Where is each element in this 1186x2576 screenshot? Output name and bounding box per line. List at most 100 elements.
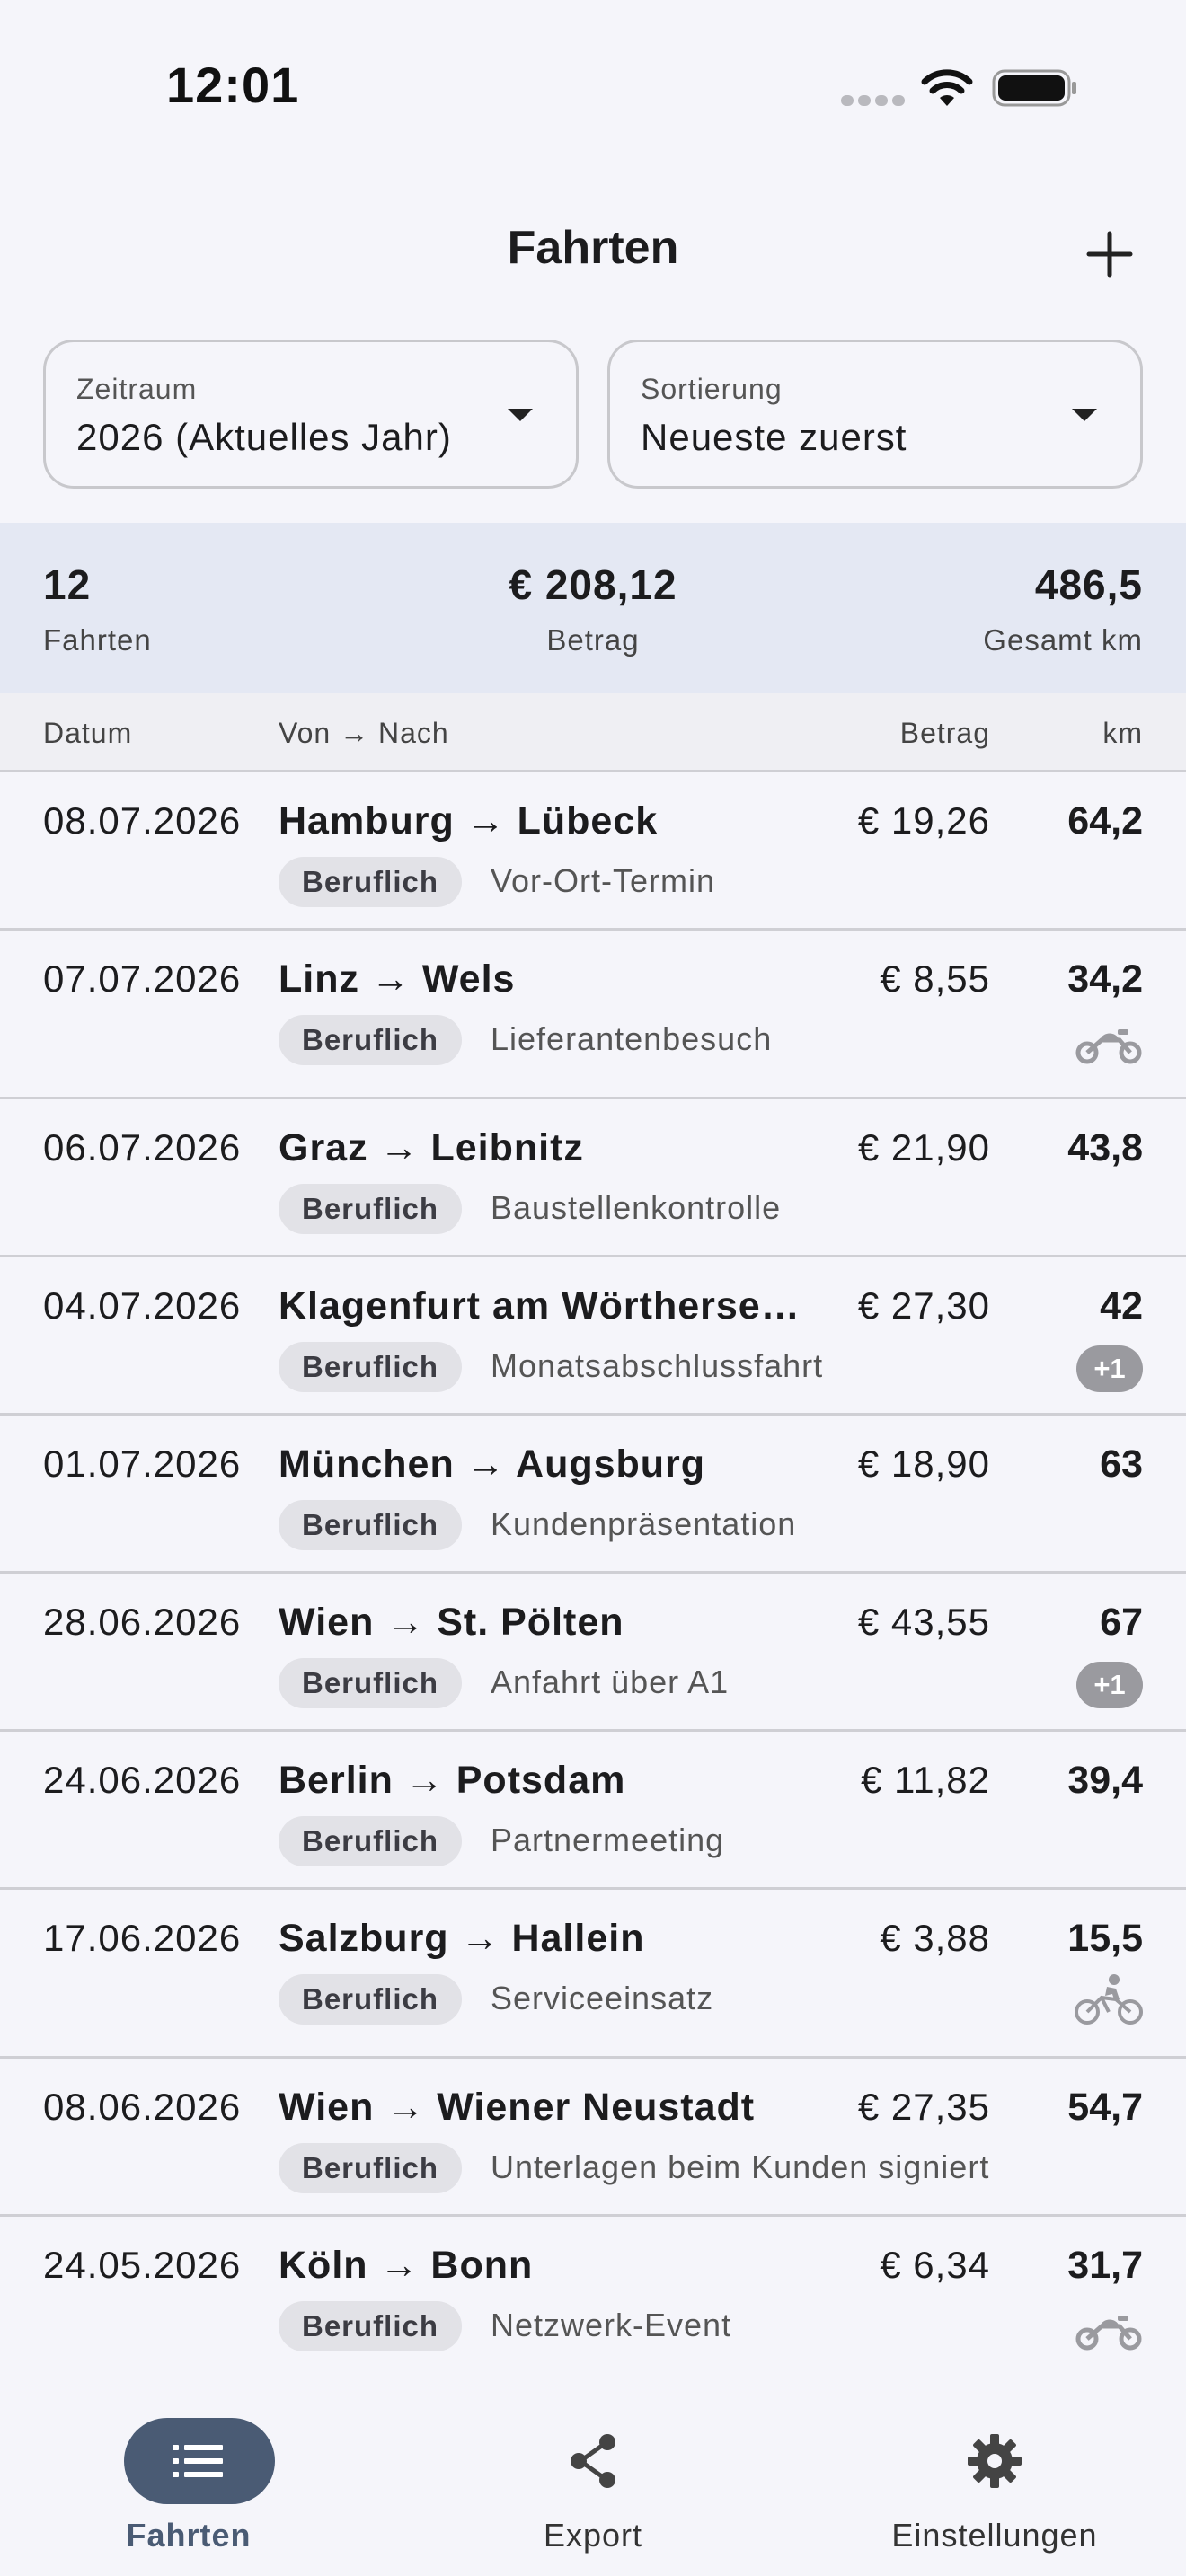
trip-date: 17.06.2026: [43, 1917, 242, 1959]
trip-note: Netzwerk-Event: [491, 2307, 732, 2343]
nav-tab-export[interactable]: Export: [458, 2391, 728, 2554]
trip-amount: € 27,30: [857, 1284, 990, 1327]
trip-route: Köln → Bonn: [279, 2244, 534, 2287]
trip-km: 64,2: [1067, 799, 1143, 842]
page-title: Fahrten: [507, 222, 679, 274]
bicycle-icon: [1075, 1974, 1143, 2026]
trip-date: 04.07.2026: [43, 1284, 242, 1327]
trip-note: Vor-Ort-Termin: [491, 862, 716, 899]
trip-route: Wien → Wiener Neustadt: [279, 2086, 756, 2129]
trip-km: 42: [1100, 1284, 1143, 1328]
share-icon: [571, 2434, 615, 2488]
trip-date: 08.07.2026: [43, 799, 242, 842]
trip-category-tag: Beruflich: [279, 857, 463, 907]
motorcycle-icon: [1075, 2308, 1143, 2353]
trip-date: 01.07.2026: [43, 1442, 242, 1485]
trip-category-tag: Beruflich: [279, 2143, 463, 2193]
trip-category-tag: Beruflich: [279, 1184, 463, 1234]
table-row[interactable]: 06.07.2026 Graz → Leibnitz € 21,90 43,8 Beru…: [0, 1099, 1186, 1257]
period-dropdown-label: Zeitraum: [76, 373, 198, 405]
nav-tab-settings-label: Einstellungen: [891, 2517, 1098, 2554]
table-row[interactable]: 24.05.2026 Köln → Bonn € 6,34 31,7 Beruflich…: [0, 2217, 1186, 2364]
bottom-navigation: Fahrten Export Einstellungen: [0, 2364, 1186, 2576]
trip-route: Hamburg → Lübeck: [279, 799, 659, 842]
table-header: Datum Von → Nach Betrag km: [0, 693, 1186, 772]
nav-tab-trips[interactable]: Fahrten: [54, 2391, 323, 2554]
trip-category-tag: Beruflich: [279, 1816, 463, 1866]
table-row[interactable]: 08.07.2026 Hamburg → Lübeck € 19,26 64,2 Ber…: [0, 772, 1186, 931]
table-row[interactable]: 04.07.2026 Klagenfurt am Wörtherse… € 27,3…: [0, 1257, 1186, 1416]
period-dropdown-value: 2026 (Aktuelles Jahr): [76, 416, 452, 458]
table-row[interactable]: 17.06.2026 Salzburg → Hallein € 3,88 15,5 Be…: [0, 1890, 1186, 2059]
trip-date: 06.07.2026: [43, 1126, 242, 1169]
trip-date: 24.05.2026: [43, 2244, 242, 2286]
status-time: 12:01: [166, 57, 300, 113]
trip-amount: € 8,55: [880, 957, 990, 1000]
table-row[interactable]: 08.06.2026 Wien → Wiener Neustadt € 27,35 5…: [0, 2059, 1186, 2217]
gear-icon: [968, 2434, 1022, 2488]
trip-km: 43,8: [1067, 1126, 1143, 1169]
trip-list: 08.07.2026 Hamburg → Lübeck € 19,26 64,2 Ber…: [0, 772, 1186, 2364]
column-header-km: km: [1102, 717, 1143, 749]
sort-dropdown-label: Sortierung: [641, 373, 783, 405]
trip-note: Monatsabschlussfahrt: [491, 1347, 824, 1384]
table-row[interactable]: 24.06.2026 Berlin → Potsdam € 11,82 39,4 Ber…: [0, 1732, 1186, 1890]
trip-amount: € 27,35: [857, 2086, 990, 2128]
trip-amount: € 6,34: [880, 2244, 990, 2286]
sort-dropdown[interactable]: Sortierung Neueste zuerst: [607, 340, 1143, 489]
trip-route: Linz → Wels: [279, 957, 516, 1001]
sort-dropdown-value: Neueste zuerst: [641, 416, 907, 458]
plus-icon: [1086, 231, 1133, 278]
battery-icon: [992, 69, 1076, 107]
trip-km: 63: [1100, 1442, 1143, 1486]
trip-note: Partnermeeting: [491, 1822, 725, 1858]
trip-note: Anfahrt über A1: [491, 1663, 730, 1700]
trip-amount: € 18,90: [857, 1442, 990, 1485]
trip-km: 31,7: [1067, 2244, 1143, 2287]
total-amount-value: € 208,12: [509, 561, 677, 608]
trip-category-tag: Beruflich: [279, 2301, 463, 2351]
period-dropdown[interactable]: Zeitraum 2026 (Aktuelles Jahr): [43, 340, 579, 489]
trip-km: 67: [1100, 1601, 1143, 1644]
trip-note: Lieferantenbesuch: [491, 1020, 773, 1057]
trip-amount: € 21,90: [857, 1126, 990, 1169]
trip-category-tag: Beruflich: [279, 1015, 463, 1065]
trip-note: Baustellenkontrolle: [491, 1189, 782, 1226]
trip-category-tag: Beruflich: [279, 1342, 463, 1392]
nav-tab-settings[interactable]: Einstellungen: [860, 2391, 1129, 2554]
trip-amount: € 19,26: [857, 799, 990, 842]
nav-tab-export-label: Export: [543, 2517, 643, 2554]
extra-stops-badge: +1: [1076, 1662, 1143, 1708]
trip-route: Klagenfurt am Wörtherse…: [279, 1284, 800, 1328]
trip-note: Unterlagen beim Kunden signiert: [491, 2148, 990, 2185]
chevron-down-icon: [508, 409, 533, 421]
total-km-label: Gesamt km: [983, 623, 1143, 657]
status-bar: 12:01: [0, 0, 1186, 171]
trip-date: 08.06.2026: [43, 2086, 242, 2128]
trip-amount: € 3,88: [880, 1917, 990, 1959]
trip-date: 28.06.2026: [43, 1601, 242, 1643]
trip-amount: € 43,55: [857, 1601, 990, 1643]
extra-stops-badge: +1: [1076, 1345, 1143, 1392]
trip-km: 39,4: [1067, 1759, 1143, 1802]
column-header-date: Datum: [43, 717, 133, 749]
trip-category-tag: Beruflich: [279, 1974, 463, 2025]
column-header-route: Von → Nach: [279, 717, 449, 749]
cellular-signal-icon: [841, 94, 913, 107]
trip-km: 54,7: [1067, 2086, 1143, 2129]
wifi-icon: [921, 69, 973, 106]
trip-route: Salzburg → Hallein: [279, 1917, 645, 1960]
total-km-value: 486,5: [1034, 561, 1143, 608]
trip-note: Serviceeinsatz: [491, 1980, 714, 2016]
table-row[interactable]: 01.07.2026 München → Augsburg € 18,90 63 Ber…: [0, 1416, 1186, 1574]
table-row[interactable]: 07.07.2026 Linz → Wels € 8,55 34,2 Beruflich…: [0, 931, 1186, 1099]
list-icon: [173, 2445, 223, 2477]
column-header-amount: Betrag: [899, 717, 990, 749]
trip-route: Wien → St. Pölten: [279, 1601, 624, 1644]
trip-km: 34,2: [1067, 957, 1143, 1001]
trip-date: 24.06.2026: [43, 1759, 242, 1801]
add-trip-button[interactable]: [1078, 223, 1141, 286]
table-row[interactable]: 28.06.2026 Wien → St. Pölten € 43,55 67 Beru…: [0, 1574, 1186, 1732]
trips-screen: 12:01 Fahrten Zeitraum 2026 (Aktuelles J…: [0, 0, 1186, 2576]
motorcycle-icon: [1075, 1022, 1143, 1067]
